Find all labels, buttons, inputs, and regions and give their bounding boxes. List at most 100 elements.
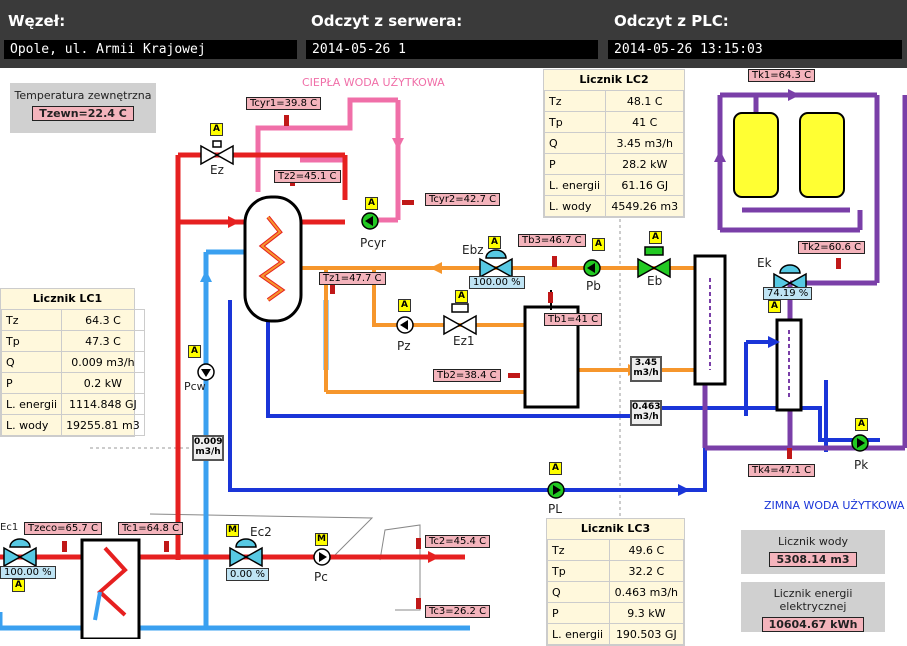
pump-pz-label: Pz (397, 339, 411, 353)
meter-lc2-panel: Licznik LC2 Tz 48.1 C Tp 41 C Q 3.45 m3/h P… (543, 69, 685, 218)
energy-meter-title: Licznik energii elektrycznej (773, 587, 853, 613)
table-row: L. wody 4549.26 m3 (543, 195, 684, 217)
flow-readout-lc3: 0.463 m3/h (630, 400, 662, 426)
pump-pcyr-label: Pcyr (360, 236, 386, 250)
meter-key: P (547, 602, 610, 624)
meter-value: 1114.848 GJ (61, 393, 145, 415)
sensor-tb2[interactable]: Tb2=38.4 C (433, 369, 501, 382)
meter-key: Tp (0, 330, 63, 352)
flow-readout-lc1: 0.009 m3/h (192, 435, 224, 461)
table-row: L. energii 1114.848 GJ (0, 393, 145, 415)
energy-meter-panel: Licznik energii elektrycznej 10604.67 kW… (741, 582, 885, 632)
meter-key: Q (0, 351, 63, 373)
valve-ek-label: Ek (757, 256, 772, 270)
mode-badge-pz[interactable]: A (398, 299, 411, 312)
meter-key: L. energii (547, 623, 610, 645)
valve-ez1-label: Ez1 (453, 334, 475, 348)
table-row: P 0.2 kW (0, 372, 145, 394)
meter-key: Tp (543, 111, 607, 133)
pump-pb-label: Pb (586, 279, 601, 293)
water-meter-value: 5308.14 m3 (769, 552, 857, 567)
table-row: Q 0.463 m3/h (547, 581, 685, 603)
meter-value: 0.009 m3/h (61, 351, 145, 373)
meter-lc1-panel: Licznik LC1 Tz 64.3 C Tp 47.3 C Q 0.009 m3/… (0, 288, 145, 437)
meter-value: 3.45 m3/h (605, 132, 684, 154)
table-row: Tp 47.3 C (0, 330, 145, 352)
meter-key: P (543, 153, 607, 175)
table-row: Tp 41 C (543, 111, 684, 133)
meter-value: 61.16 GJ (605, 174, 684, 196)
mode-badge-eb[interactable]: A (649, 231, 662, 244)
mode-badge-ec2[interactable]: M (226, 524, 239, 537)
meter-value: 48.1 C (605, 90, 684, 112)
sensor-tc3[interactable]: Tc3=26.2 C (425, 605, 491, 618)
flow-readout-lc2: 3.45 m3/h (630, 356, 662, 382)
pump-pk-label: Pk (854, 458, 869, 472)
outdoor-temperature-value: Tzewn=22.4 C (32, 106, 134, 121)
sensor-tk1[interactable]: Tk1=64.3 C (748, 69, 816, 82)
meter-key: Tz (543, 90, 607, 112)
meter-value: 32.2 C (608, 560, 685, 582)
sensor-tk4[interactable]: Tk4=47.1 C (748, 464, 816, 477)
meter-value: 190.503 GJ (608, 623, 685, 645)
mode-badge-ebz[interactable]: A (488, 236, 501, 249)
sensor-tcyr2[interactable]: Tcyr2=42.7 C (425, 193, 501, 206)
valve-ek-position: 74.19 % (763, 287, 813, 300)
mode-badge-pc[interactable]: M (315, 533, 328, 546)
table-row: L. wody 19255.81 m3 (0, 414, 145, 436)
mode-badge-ez[interactable]: A (210, 123, 223, 136)
sensor-tb1[interactable]: Tb1=41 C (544, 313, 603, 326)
table-row: Tz 48.1 C (543, 90, 684, 112)
sensor-tcyr1[interactable]: Tcyr1=39.8 C (246, 97, 322, 110)
meter-value: 0.2 kW (61, 372, 145, 394)
flow-lc3-value: 0.463 (632, 402, 661, 412)
meter-value: 28.2 kW (605, 153, 684, 175)
pump-pl-label: PL (548, 502, 562, 516)
meter-lc3-title: Licznik LC3 (580, 522, 651, 535)
mode-badge-ez1[interactable]: A (455, 290, 468, 303)
table-row: Q 3.45 m3/h (543, 132, 684, 154)
sensor-tc1[interactable]: Tc1=64.8 C (118, 522, 184, 535)
table-row: P 28.2 kW (543, 153, 684, 175)
meter-key: Tz (0, 309, 63, 331)
valve-eb-label: Eb (647, 274, 663, 288)
sensor-tz1[interactable]: Tz1=47.7 C (319, 272, 386, 285)
table-row: Tz 64.3 C (0, 309, 145, 331)
meter-lc3-panel: Licznik LC3 Tz 49.6 C Tp 32.2 C Q 0.463 m3/… (546, 518, 685, 646)
table-row: P 9.3 kW (547, 602, 685, 624)
mode-badge-pb[interactable]: A (592, 238, 605, 251)
meter-key: L. energii (0, 393, 63, 415)
flow-lc2-value: 3.45 (634, 358, 658, 368)
meter-key: L. wody (543, 195, 607, 217)
mode-badge-pl[interactable]: A (549, 462, 562, 475)
valve-ez-label: Ez (210, 163, 224, 177)
valve-ebz-label: Ebz (462, 243, 484, 257)
energy-meter-value: 10604.67 kWh (761, 617, 865, 632)
meter-lc2-title: Licznik LC2 (579, 73, 649, 86)
meter-key: L. wody (0, 414, 63, 436)
hot-water-zone-label: CIEPŁA WODA UŻYTKOWA (302, 76, 445, 89)
sensor-tz2[interactable]: Tz2=45.1 C (274, 170, 341, 183)
table-row: Q 0.009 m3/h (0, 351, 145, 373)
mode-badge-ek[interactable]: A (768, 300, 781, 313)
flow-lc3-unit: m3/h (633, 412, 659, 422)
sensor-tc2[interactable]: Tc2=45.4 C (425, 535, 491, 548)
table-row: Tp 32.2 C (547, 560, 685, 582)
valve-ec1-label: Ec1 (0, 522, 19, 533)
meter-key: Tz (547, 539, 610, 561)
meter-value: 9.3 kW (608, 602, 685, 624)
sensor-tk2[interactable]: Tk2=60.6 C (798, 241, 866, 254)
outdoor-temperature-panel: Temperatura zewnętrzna Tzewn=22.4 C (10, 83, 156, 133)
mode-badge-pcw[interactable]: A (188, 345, 201, 358)
meter-value: 47.3 C (61, 330, 145, 352)
mode-badge-pk[interactable]: A (855, 418, 868, 431)
sensor-tzeco[interactable]: Tzeco=65.7 C (24, 522, 102, 535)
meter-key: Tp (547, 560, 610, 582)
mode-badge-ec1[interactable]: A (12, 579, 25, 592)
meter-lc1-title: Licznik LC1 (32, 292, 103, 305)
sensor-tb3[interactable]: Tb3=46.7 C (518, 234, 586, 247)
mode-badge-pcyr[interactable]: A (365, 197, 378, 210)
water-meter-title: Licznik wody (777, 535, 849, 548)
meter-value: 64.3 C (61, 309, 145, 331)
meter-value: 41 C (605, 111, 684, 133)
